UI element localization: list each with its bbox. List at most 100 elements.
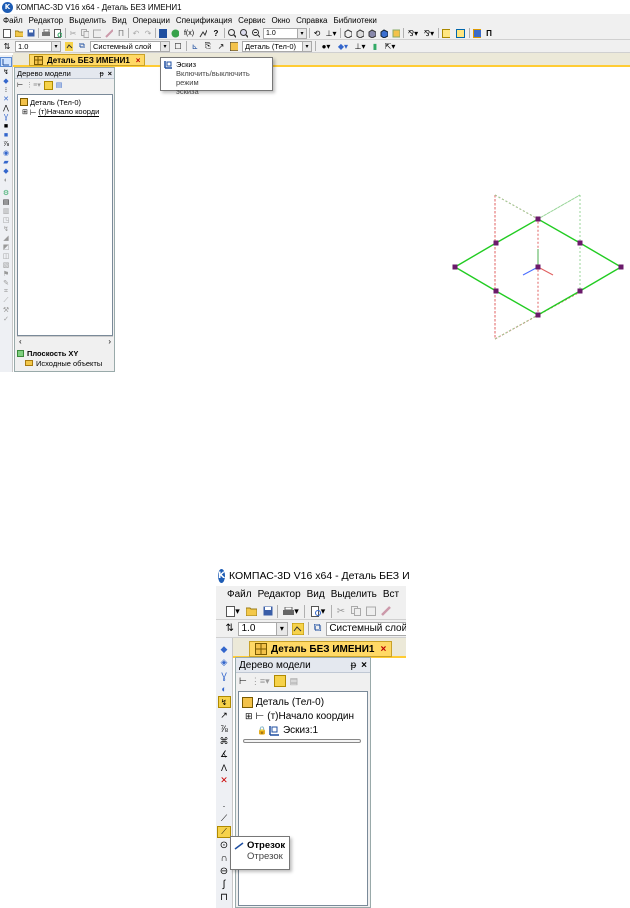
preview-icon[interactable] [53,28,63,38]
tree-list-icon[interactable]: ▤ [290,676,299,687]
undo-icon[interactable]: ↶ [131,28,141,38]
paste-icon[interactable] [365,604,377,618]
rib-icon[interactable]: ⅞ [1,140,12,148]
new-file-icon[interactable] [2,28,12,38]
cut-extrude-icon[interactable]: ⋀ [1,104,12,112]
mirror-icon[interactable]: ▰ [1,158,12,166]
extrude-icon[interactable]: ◆ [1,77,12,85]
segment-tool-icon[interactable]: ⟋ [217,826,231,838]
close-icon[interactable]: × [380,644,386,655]
close-icon[interactable]: × [361,660,367,671]
ellipse-icon[interactable]: ⊖ [218,866,231,877]
layers-icon[interactable]: ⧉ [312,622,323,636]
menu-item-view[interactable]: Вид [109,16,129,25]
cs-props-icon[interactable]: ⎘ [203,41,213,51]
vertex-point[interactable] [618,264,624,270]
print-icon[interactable] [41,28,51,38]
menu-item-insert[interactable]: Вст [380,589,402,600]
close-icon[interactable]: × [136,56,141,65]
shell-icon[interactable]: ◐ [218,683,231,694]
mark-icon[interactable]: ✎ [1,279,12,287]
display-color-icon[interactable] [379,28,389,38]
shell-icon[interactable]: ■ [1,131,12,139]
tree-row-sketch[interactable]: 🔒 Эскиз:1 [239,723,367,737]
properties-icon[interactable] [380,604,392,618]
vertex-point[interactable] [577,240,583,246]
cut-icon[interactable]: ✂ [335,604,347,618]
curve-icon[interactable]: ◆ [1,167,12,175]
tools-icon[interactable]: ⚒ [1,306,12,314]
copy-icon[interactable] [350,604,362,618]
bend-icon[interactable]: ↯ [1,225,12,233]
check-icon[interactable]: ✓ [1,315,12,323]
arc-icon[interactable]: ∩ [218,853,231,864]
spec-icon[interactable]: ⚙ [1,189,12,197]
layer-combo[interactable]: Системный слой [326,621,406,636]
chevron-down-icon[interactable]: ▾ [51,41,60,51]
menu-item-edit[interactable]: Редактор [26,16,66,25]
sketch-mode-icon[interactable] [0,57,12,67]
paste-icon[interactable] [92,28,102,38]
open-file-icon[interactable] [245,604,258,618]
weld-icon[interactable]: ⚑ [1,270,12,278]
color-icon[interactable]: ●▾ [319,41,333,51]
print-icon[interactable]: ▾ [281,604,301,618]
properties-icon[interactable] [104,28,114,38]
circle-icon[interactable]: ⊙ [218,840,231,851]
local-cs-icon[interactable]: ⊾ [190,41,200,51]
chevron-down-icon[interactable]: ▾ [160,41,169,51]
help-icon[interactable]: ? [210,28,222,38]
body-combo[interactable]: Деталь (Тел-0) ▾ [242,40,312,52]
menu-item-help[interactable]: Справка [293,16,330,25]
filter-icon[interactable]: ⅋▾ [406,28,420,38]
vertex-point[interactable] [452,264,458,270]
step-icon[interactable]: ⇅ [224,622,235,636]
orientation-icon[interactable]: ⊥▾ [324,28,338,38]
tree-row-part[interactable]: Деталь (Тел-0) [18,97,112,107]
manager-icon[interactable] [158,28,168,38]
menu-item-service[interactable]: Сервис [235,16,268,25]
vertex-point[interactable] [493,288,499,294]
layer-combo[interactable]: Системный слой ▾ [90,40,170,52]
scale-combo[interactable]: 1.0 ▾ [15,40,61,52]
tree-list-icon[interactable]: ▤ [56,81,63,89]
body-icon[interactable] [229,41,239,51]
redo-icon[interactable]: ↷ [143,28,153,38]
unbend-icon[interactable]: ▧ [1,261,12,269]
spline-icon[interactable]: ∫ [218,879,231,890]
cross-icon[interactable]: ✕ [218,775,231,786]
save-icon[interactable] [261,604,274,618]
close-icon[interactable]: × [108,69,112,78]
angle-icon[interactable]: ∡ [218,749,231,760]
part-mode-icon[interactable] [472,28,482,38]
pin-icon[interactable]: ᵽ [99,69,103,78]
library-props-icon[interactable]: ⇱▾ [383,41,397,51]
mcs-icon[interactable]: ⊥▾ [353,41,367,51]
menu-item-file[interactable]: Файл [0,16,26,25]
menu-item-libraries[interactable]: Библиотеки [330,16,379,25]
edit-icon[interactable]: ↯ [1,68,12,76]
menu-item-select[interactable]: Выделить [66,16,109,25]
tree-structure-icon[interactable]: ⊢ [239,676,247,687]
zoom-combo[interactable]: 1.0 ▾ [263,27,307,39]
display-wireframe-icon[interactable] [343,28,353,38]
menu-item-edit[interactable]: Редактор [255,589,304,600]
orient-icon[interactable]: ↗ [216,41,226,51]
tree-row-plane[interactable]: Плоскость XY [17,348,113,358]
vertex-point[interactable] [535,312,541,318]
arrow-icon[interactable]: Λ [218,762,231,773]
tree-row-origin[interactable]: ⊞ ⊢ (т)Начало координ [239,709,367,723]
tree-row-sources[interactable]: Исходные объекты [17,358,113,368]
tree-view-icon[interactable]: ⋮≡▾ [26,81,41,89]
rounding-icon[interactable] [291,622,305,636]
tree-row-part[interactable]: Деталь (Тел-0) [239,695,367,709]
attribute-icon[interactable]: ▮ [370,41,380,51]
perspective-icon[interactable] [391,28,401,38]
menu-item-select[interactable]: Выделить [328,589,380,600]
tree-scroll-indicator[interactable] [243,739,361,743]
chevron-down-icon[interactable]: ▾ [297,28,306,38]
tree-hscroll[interactable]: ‹ › [17,336,113,346]
cut-icon[interactable]: ✂ [68,28,78,38]
scroll-right-icon[interactable]: › [108,337,111,346]
note-icon[interactable] [441,28,451,38]
